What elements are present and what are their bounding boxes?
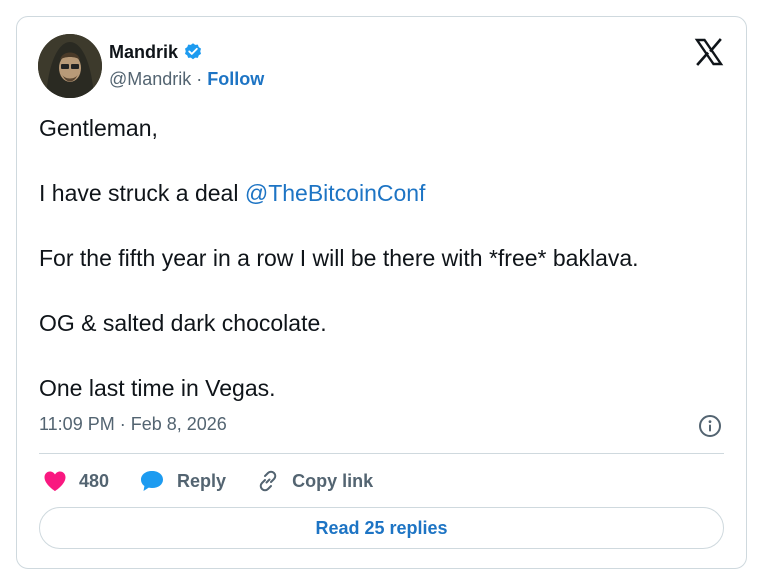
author-name-row: Mandrik bbox=[109, 41, 203, 63]
info-icon[interactable] bbox=[698, 414, 722, 438]
tweet-line-text: Gentleman, bbox=[39, 115, 158, 141]
handle-separator: · bbox=[196, 69, 203, 89]
copy-link-label: Copy link bbox=[292, 470, 374, 491]
heart-icon bbox=[43, 470, 67, 492]
reply-bubble-icon bbox=[139, 469, 165, 493]
likes-count: 480 bbox=[79, 470, 110, 491]
tweet-line-text: One last time in Vegas. bbox=[39, 375, 276, 401]
avatar-image bbox=[38, 34, 102, 98]
copy-link-button[interactable]: Copy link bbox=[256, 469, 373, 493]
tweet-text: Gentleman, I have struck a deal @TheBitc… bbox=[39, 113, 729, 438]
author-handle-row: @Mandrik · Follow bbox=[109, 69, 264, 90]
tweet-line: One last time in Vegas. bbox=[39, 373, 729, 403]
x-logo-icon[interactable] bbox=[694, 37, 724, 67]
tweet-line: OG & salted dark chocolate. bbox=[39, 308, 729, 338]
tweet-line-text: I have struck a deal bbox=[39, 180, 245, 206]
link-icon bbox=[256, 469, 280, 493]
tweet-card: Mandrik @Mandrik · Follow Gentleman, I h… bbox=[16, 16, 747, 569]
follow-link[interactable]: Follow bbox=[207, 69, 264, 90]
divider bbox=[39, 453, 724, 454]
tweet-timestamp[interactable]: 11:09 PM · Feb 8, 2026 bbox=[39, 414, 227, 435]
author-display-name[interactable]: Mandrik bbox=[109, 42, 178, 63]
author-handle[interactable]: @Mandrik bbox=[109, 69, 191, 90]
reply-button[interactable]: Reply bbox=[139, 469, 226, 493]
mention-link[interactable]: @TheBitcoinConf bbox=[245, 180, 426, 206]
avatar[interactable] bbox=[38, 34, 102, 98]
tweet-line: Gentleman, bbox=[39, 113, 729, 143]
reply-label: Reply bbox=[177, 470, 227, 491]
action-bar: 480 Reply Copy link bbox=[43, 466, 403, 496]
tweet-line-text: OG & salted dark chocolate. bbox=[39, 310, 327, 336]
tweet-line-text: For the fifth year in a row I will be th… bbox=[39, 245, 639, 271]
read-replies-button[interactable]: Read 25 replies bbox=[39, 507, 724, 549]
tweet-line: I have struck a deal @TheBitcoinConf bbox=[39, 178, 729, 208]
tweet-line: For the fifth year in a row I will be th… bbox=[39, 243, 729, 273]
like-button[interactable]: 480 bbox=[43, 470, 109, 492]
verified-badge-icon bbox=[183, 42, 203, 62]
